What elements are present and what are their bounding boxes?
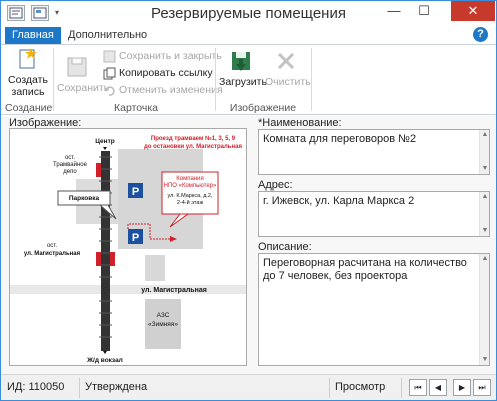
name-label: *Наименование: <box>258 117 342 129</box>
map-label-gas-1: АЗС <box>157 312 170 319</box>
record-state: Утверждена <box>85 381 148 393</box>
title-bar: ▾ Резервируемые помещения — ☐ ✕ <box>1 1 496 27</box>
save-label: Сохранить <box>57 82 110 94</box>
save-icon <box>65 55 89 79</box>
name-field[interactable]: Комната для переговоров №2 ▲ ▼ <box>258 129 490 175</box>
save-close-label: Сохранить и закрыть <box>119 50 222 62</box>
map-label-railway: Ж/д вокзал <box>86 357 123 364</box>
ribbon: Создать запись Создание Сохранить Сохран… <box>1 44 496 115</box>
address-field[interactable]: г. Ижевск, ул. Карла Маркса 2 ▲ ▼ <box>258 191 490 237</box>
nav-next-button[interactable]: ▶ <box>453 379 471 396</box>
map-label-company-1: Компания <box>176 176 203 182</box>
address-scrollbar[interactable]: ▲ ▼ <box>479 192 489 236</box>
name-value: Комната для переговоров №2 <box>263 133 417 145</box>
cancel-changes-button[interactable]: Отменить изменения <box>103 83 223 98</box>
nav-last-button[interactable]: ⏭ <box>473 379 491 396</box>
tab-main[interactable]: Главная <box>5 27 61 44</box>
group-label-create: Создание <box>5 102 53 114</box>
status-separator <box>329 378 330 398</box>
status-bar: ИД: 110050 Утверждена Просмотр ⏮ ◀ ▶ ⏭ <box>1 374 496 400</box>
group-separator <box>53 48 54 111</box>
close-button[interactable]: ✕ <box>451 1 495 21</box>
help-icon[interactable]: ? <box>473 27 488 42</box>
address-value: г. Ижевск, ул. Карла Маркса 2 <box>263 195 415 207</box>
new-record-icon <box>16 47 40 71</box>
map-label-tram-route-2: до остановки ул. Магистральная <box>144 144 242 150</box>
image-box[interactable]: P P Центр Проезд трамваем №1, 3, 5, 9 до… <box>9 128 247 366</box>
map-label-stop-mag-2: ул. Магистральная <box>24 251 81 257</box>
map-label-tram-route: Проезд трамваем №1, 3, 5, 9 <box>151 135 236 142</box>
card-content: Изображение: P P Центр Проезд трамваем №… <box>1 116 496 374</box>
load-image-button[interactable]: Загрузить <box>219 49 267 88</box>
map-label-gas-2: «Зимняя» <box>148 321 178 328</box>
group-separator <box>215 48 216 111</box>
clear-label: Очистить <box>265 76 311 88</box>
tab-additional[interactable]: Дополнительно <box>61 27 154 44</box>
create-record-button[interactable]: Создать запись <box>7 47 49 98</box>
map-label-parking: Парковка <box>69 195 100 202</box>
load-icon <box>229 49 253 73</box>
clear-image-button[interactable]: Очистить <box>265 49 311 88</box>
map-label-stop-depot-2: Трамвайное <box>53 161 88 168</box>
map-label-center: Центр <box>95 138 115 145</box>
nav-first-button[interactable]: ⏮ <box>409 379 427 396</box>
create-record-label: Создать запись <box>8 74 48 98</box>
undo-icon <box>104 86 115 96</box>
map-label-company-2: НПО «Компьютер» <box>164 183 217 189</box>
description-label: Описание: <box>258 241 312 253</box>
group-separator <box>311 48 312 111</box>
save-button[interactable]: Сохранить <box>57 55 109 94</box>
map-label-stop-depot-3: депо <box>63 169 77 175</box>
status-separator <box>79 378 80 398</box>
group-label-image: Изображение <box>229 102 297 114</box>
status-separator <box>401 378 402 398</box>
ribbon-tabs: Главная Дополнительно ? <box>1 27 496 44</box>
description-field[interactable]: Переговорная расчитана на количество до … <box>258 253 490 366</box>
map-label-street: ул. Магистральная <box>141 287 207 294</box>
nav-prev-button[interactable]: ◀ <box>429 379 447 396</box>
load-label: Загрузить <box>219 76 267 88</box>
record-id: ИД: 110050 <box>7 381 65 393</box>
maximize-button[interactable]: ☐ <box>411 1 437 21</box>
svg-text:P: P <box>132 186 139 198</box>
save-close-icon <box>103 50 116 63</box>
view-mode: Просмотр <box>335 381 386 393</box>
description-scrollbar[interactable]: ▲ ▼ <box>479 254 489 365</box>
map-label-stop-mag-1: ост. <box>47 243 57 249</box>
copy-link-icon <box>103 67 116 80</box>
copy-link-label: Копировать ссылку <box>119 67 213 79</box>
group-label-card: Карточка <box>114 102 158 114</box>
cancel-changes-label: Отменить изменения <box>119 84 223 96</box>
map-label-company-3: ул. К.Маркса, д.2, <box>167 193 213 199</box>
location-map: P P Центр Проезд трамваем №1, 3, 5, 9 до… <box>10 129 246 365</box>
app-window: ▾ Резервируемые помещения — ☐ ✕ Главная … <box>0 0 497 401</box>
map-label-stop-depot-1: ост. <box>65 155 75 161</box>
svg-text:P: P <box>132 232 139 244</box>
address-label: Адрес: <box>258 179 293 191</box>
save-and-close-button[interactable]: Сохранить и закрыть <box>103 49 222 64</box>
minimize-button[interactable]: — <box>381 1 407 21</box>
description-value: Переговорная расчитана на количество до … <box>263 257 467 282</box>
name-scrollbar[interactable]: ▲ ▼ <box>479 130 489 174</box>
clear-icon <box>274 49 298 73</box>
map-label-company-4: 2-4-й этаж <box>177 199 204 206</box>
copy-link-button[interactable]: Копировать ссылку <box>103 66 213 81</box>
